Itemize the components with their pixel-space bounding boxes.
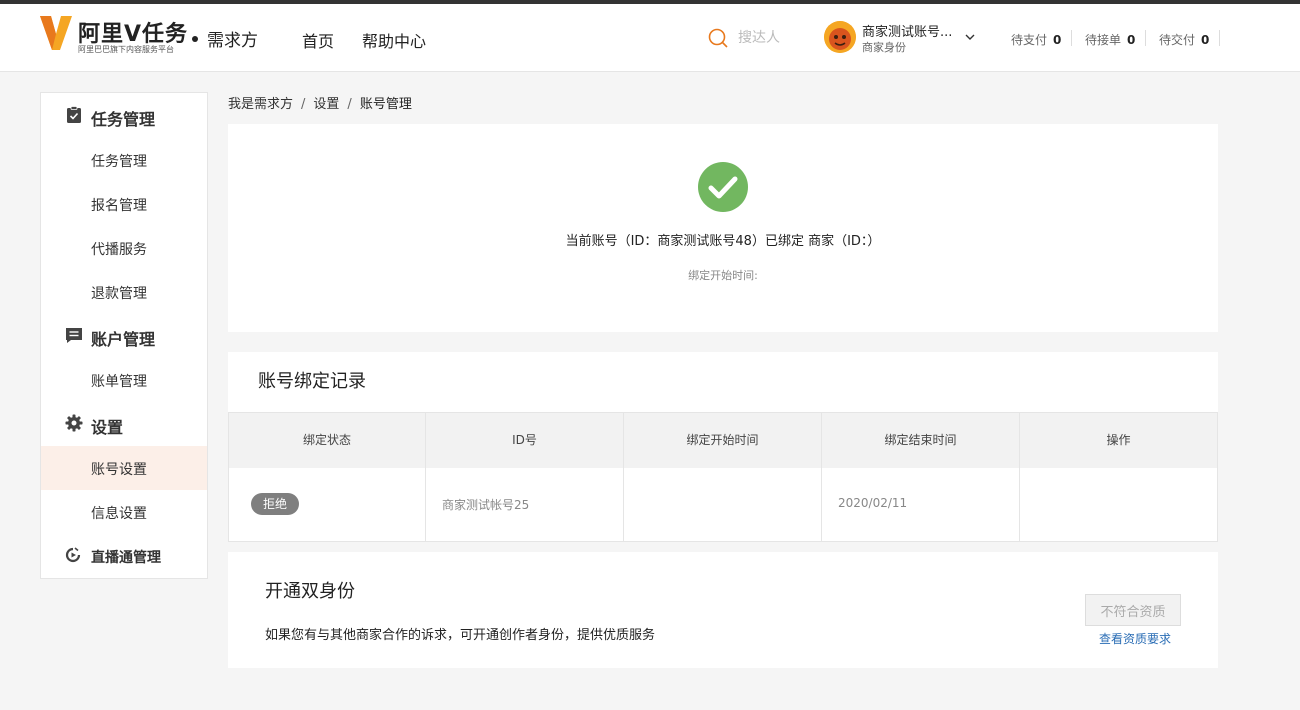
breadcrumb-item-requester[interactable]: 我是需求方 [228,97,293,112]
dual-identity-title: 开通双身份 [265,581,355,602]
stat-pending-payment[interactable]: 待支付 0 [1011,31,1061,48]
search-box[interactable] [708,26,798,50]
sidebar-item-label: 信息设置 [91,506,147,522]
logo-v-icon [40,16,72,50]
stat-pending-delivery[interactable]: 待交付 0 [1159,31,1209,48]
table-cell-end: 2020/02/11 [822,468,1020,541]
breadcrumb-separator: / [347,97,352,112]
stat-pending-accept[interactable]: 待接单 0 [1085,31,1135,48]
column-header: 绑定开始时间 [624,413,822,468]
sidebar-item-label: 直播通管理 [91,550,161,566]
sidebar-group-label: 设置 [91,418,124,437]
search-input[interactable] [738,27,798,49]
sidebar-group-label: 任务管理 [91,110,156,129]
sidebar-item-label: 退款管理 [91,286,147,302]
sidebar-item-signup-management[interactable]: 报名管理 [41,182,207,226]
sidebar-item-refund-management[interactable]: 退款管理 [41,270,207,314]
sidebar-item-label: 任务管理 [91,154,147,170]
role-label: 需求方 [207,31,258,51]
sidebar-group-account: 账户管理 [41,314,207,358]
divider [1071,30,1072,46]
dual-identity-description: 如果您有与其他商家合作的诉求，可开通创作者身份，提供优质服务 [265,628,656,643]
user-name: 商家测试账号... [862,25,953,40]
sidebar-group-label: 账户管理 [91,330,156,349]
breadcrumb-item-settings[interactable]: 设置 [313,97,339,112]
logo-dot [192,36,198,42]
view-requirements-link[interactable]: 查看资质要求 [1099,630,1171,647]
nav-home[interactable]: 首页 [302,28,334,52]
nav-help-center[interactable]: 帮助中心 [362,28,426,52]
avatar-face-icon [824,21,856,53]
stat-count: 0 [1127,33,1136,47]
user-role: 商家身份 [862,41,906,54]
user-menu[interactable]: 商家测试账号... 商家身份 [824,21,984,57]
sidebar-item-info-settings[interactable]: 信息设置 [41,490,207,534]
stat-label: 待接单 [1085,33,1122,47]
dual-identity-card: 开通双身份 如果您有与其他商家合作的诉求，可开通创作者身份，提供优质服务 不符合… [228,552,1218,668]
sidebar-item-live-management[interactable]: 直播通管理 [41,534,207,578]
column-header: 绑定状态 [229,413,426,468]
breadcrumb-separator: / [301,97,306,112]
binding-status-card: 当前账号（ID：商家测试账号48）已绑定 商家（ID：） 绑定开始时间: [228,124,1218,332]
stat-count: 0 [1053,33,1062,47]
table-cell-action [1020,468,1217,541]
search-icon[interactable] [708,28,728,48]
stat-label: 待交付 [1159,33,1196,47]
column-header: ID号 [426,413,624,468]
gear-icon [65,414,83,432]
table-cell-start [624,468,822,541]
breadcrumb-item-current: 账号管理 [359,97,412,112]
sidebar-group-settings: 设置 [41,402,207,446]
divider [1145,30,1146,46]
table-row: 拒绝 商家测试帐号25 2020/02/11 [228,468,1218,542]
binding-records-card: 账号绑定记录 绑定状态 ID号 绑定开始时间 绑定结束时间 操作 拒绝 商家测试… [228,352,1218,542]
status-badge: 拒绝 [251,493,299,515]
records-title: 账号绑定记录 [258,371,366,392]
sidebar-item-label: 账单管理 [91,374,147,390]
binding-start-time: 绑定开始时间: [688,269,758,282]
chevron-down-icon[interactable] [964,31,976,43]
live-tv-icon [65,547,81,563]
sidebar-item-label: 账号设置 [91,462,147,478]
logo[interactable]: 阿里V任务 阿里巴巴旗下内容服务平台 [40,16,200,58]
avatar [824,21,856,53]
stat-label: 待支付 [1011,33,1048,47]
clipboard-check-icon [67,106,81,123]
not-qualified-button[interactable]: 不符合资质 [1085,594,1181,626]
logo-subtitle: 阿里巴巴旗下内容服务平台 [78,45,174,54]
sidebar-group-task: 任务管理 [41,94,207,138]
sidebar-item-task-management[interactable]: 任务管理 [41,138,207,182]
sidebar-item-label: 报名管理 [91,198,147,214]
message-icon [66,328,82,343]
cell-text: 2020/02/11 [838,496,908,510]
cell-text: 商家测试帐号25 [442,498,530,512]
stat-count: 0 [1201,33,1210,47]
binding-status-text: 当前账号（ID：商家测试账号48）已绑定 商家（ID：） [565,234,881,249]
breadcrumb: 我是需求方 / 设置 / 账号管理 [228,93,412,112]
divider [1219,30,1220,46]
header: 阿里V任务 阿里巴巴旗下内容服务平台 需求方 首页 帮助中心 商家测试账号...… [0,4,1300,72]
check-circle-icon [698,162,748,212]
table-header: 绑定状态 ID号 绑定开始时间 绑定结束时间 操作 [228,412,1218,469]
table-cell-id: 商家测试帐号25 [426,468,624,541]
sidebar-item-label: 代播服务 [91,242,147,258]
table-cell-status: 拒绝 [229,468,426,541]
sidebar: 任务管理 任务管理 报名管理 代播服务 退款管理 账户管理 账单管理 设置 账号… [40,92,208,579]
sidebar-item-bill-management[interactable]: 账单管理 [41,358,207,402]
column-header: 绑定结束时间 [822,413,1020,468]
sidebar-item-agent-streaming[interactable]: 代播服务 [41,226,207,270]
column-header: 操作 [1106,433,1131,447]
sidebar-item-account-settings[interactable]: 账号设置 [41,446,207,490]
